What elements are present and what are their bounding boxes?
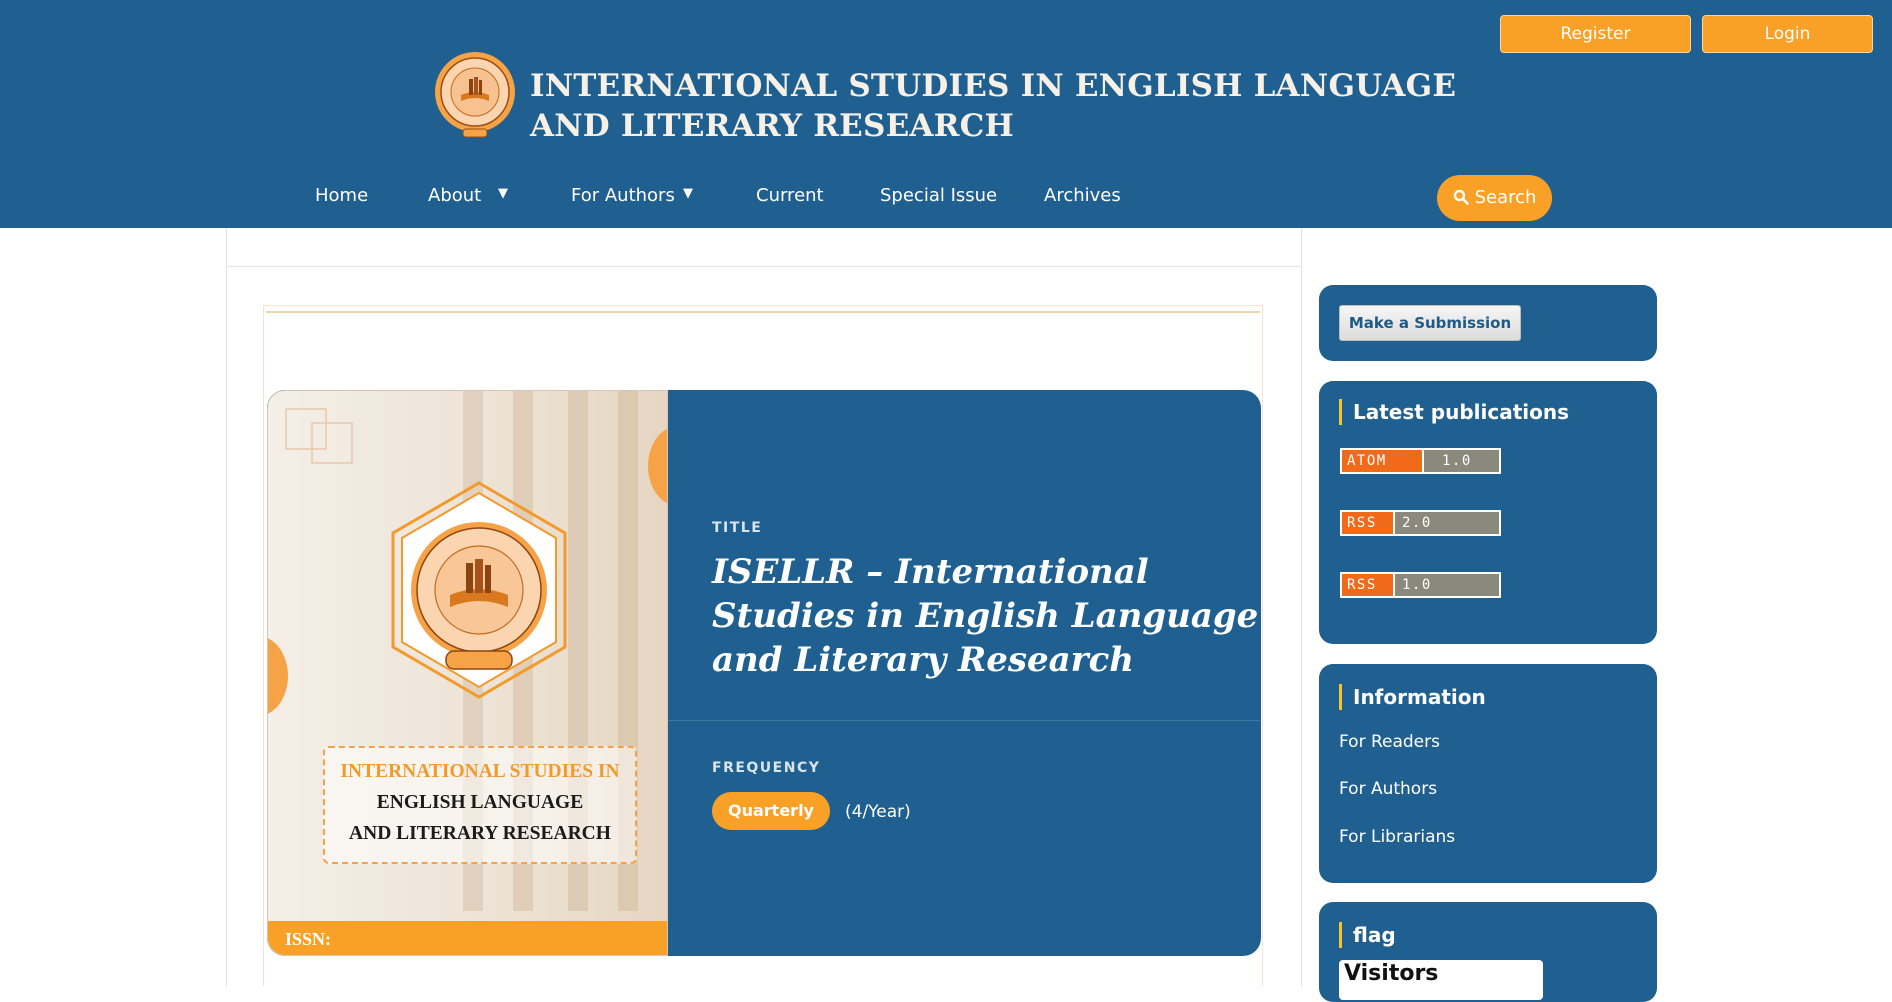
journal-title-line: and Literary Research <box>712 640 1134 680</box>
login-button[interactable]: Login <box>1702 15 1873 53</box>
visitors-counter-widget[interactable]: Visitors <box>1339 960 1543 1000</box>
site-title-line1: INTERNATIONAL STUDIES IN ENGLISH LANGUAG… <box>530 68 1457 104</box>
feed-type: ATOM <box>1342 450 1422 472</box>
cover-title-line1: INTERNATIONAL STUDIES IN <box>340 761 620 782</box>
sidebar-flag-block: flag Visitors <box>1319 902 1657 1002</box>
cover-circle-decor <box>268 636 288 716</box>
flag-heading: flag <box>1339 922 1396 948</box>
search-button[interactable]: Search <box>1437 175 1552 221</box>
feed-version: 1.0 <box>1422 450 1499 472</box>
journal-info-card: INTERNATIONAL STUDIES IN ENGLISH LANGUAG… <box>267 390 1261 956</box>
make-submission-button[interactable]: Make a Submission <box>1339 305 1521 341</box>
nav-special-issue[interactable]: Special Issue <box>880 184 997 208</box>
frequency-label: FREQUENCY <box>712 760 821 776</box>
journal-title-line: ISELLR – International <box>712 552 1149 592</box>
frequency-note: (4/Year) <box>845 802 911 822</box>
site-title-line2: AND LITERARY RESEARCH <box>530 108 1014 144</box>
cover-title-box: INTERNATIONAL STUDIES IN ENGLISH LANGUAG… <box>323 746 637 864</box>
search-button-label: Search <box>1474 187 1537 208</box>
feed-type: RSS <box>1342 574 1393 596</box>
sidebar-information: Information For Readers For Authors For … <box>1319 664 1657 883</box>
link-for-readers[interactable]: For Readers <box>1339 731 1440 753</box>
link-for-authors[interactable]: For Authors <box>1339 778 1437 800</box>
sidebar-submission-block: Make a Submission <box>1319 285 1657 361</box>
journal-title-line: Studies in English Language <box>712 596 1259 636</box>
chevron-down-icon[interactable]: ▼ <box>683 186 693 201</box>
frequency-badge: Quarterly <box>712 792 830 830</box>
journal-title: ISELLR – International Studies in Englis… <box>712 550 1259 682</box>
card-divider <box>668 720 1261 721</box>
cover-issn-bar: ISSN: <box>268 921 667 955</box>
nav-current[interactable]: Current <box>756 184 824 208</box>
cover-title-line3: AND LITERARY RESEARCH <box>349 823 611 844</box>
main-divider <box>226 266 1302 267</box>
cover-title-line2: ENGLISH LANGUAGE <box>376 792 584 813</box>
site-title[interactable]: INTERNATIONAL STUDIES IN ENGLISH LANGUAG… <box>530 66 1457 146</box>
information-heading: Information <box>1339 684 1486 710</box>
nav-archives[interactable]: Archives <box>1044 184 1121 208</box>
cover-circle-decor <box>648 426 667 506</box>
rss2-feed-link[interactable]: RSS 2.0 <box>1340 510 1501 536</box>
journal-logo[interactable] <box>433 49 518 140</box>
cover-emblem <box>391 481 567 699</box>
feed-version: 2.0 <box>1393 512 1499 534</box>
chevron-down-icon[interactable]: ▼ <box>498 186 508 201</box>
rss1-feed-link[interactable]: RSS 1.0 <box>1340 572 1501 598</box>
latest-publications-heading: Latest publications <box>1339 399 1569 425</box>
register-button[interactable]: Register <box>1500 15 1691 53</box>
link-for-librarians[interactable]: For Librarians <box>1339 826 1455 848</box>
search-icon <box>1453 189 1469 205</box>
nav-home[interactable]: Home <box>315 184 368 208</box>
feed-type: RSS <box>1342 512 1393 534</box>
nav-for-authors[interactable]: For Authors <box>571 184 675 208</box>
site-header: Register Login INTERNATIONAL STUDIES IN … <box>0 0 1892 228</box>
title-label: TITLE <box>712 520 763 536</box>
content-box-rule <box>266 311 1260 313</box>
cover-square-decor <box>285 408 353 464</box>
feed-version: 1.0 <box>1393 574 1499 596</box>
journal-cover-image: INTERNATIONAL STUDIES IN ENGLISH LANGUAG… <box>267 390 668 956</box>
sidebar-latest-publications: Latest publications ATOM 1.0 RSS 2.0 RSS… <box>1319 381 1657 644</box>
nav-about[interactable]: About <box>428 184 481 208</box>
atom-feed-link[interactable]: ATOM 1.0 <box>1340 448 1501 474</box>
